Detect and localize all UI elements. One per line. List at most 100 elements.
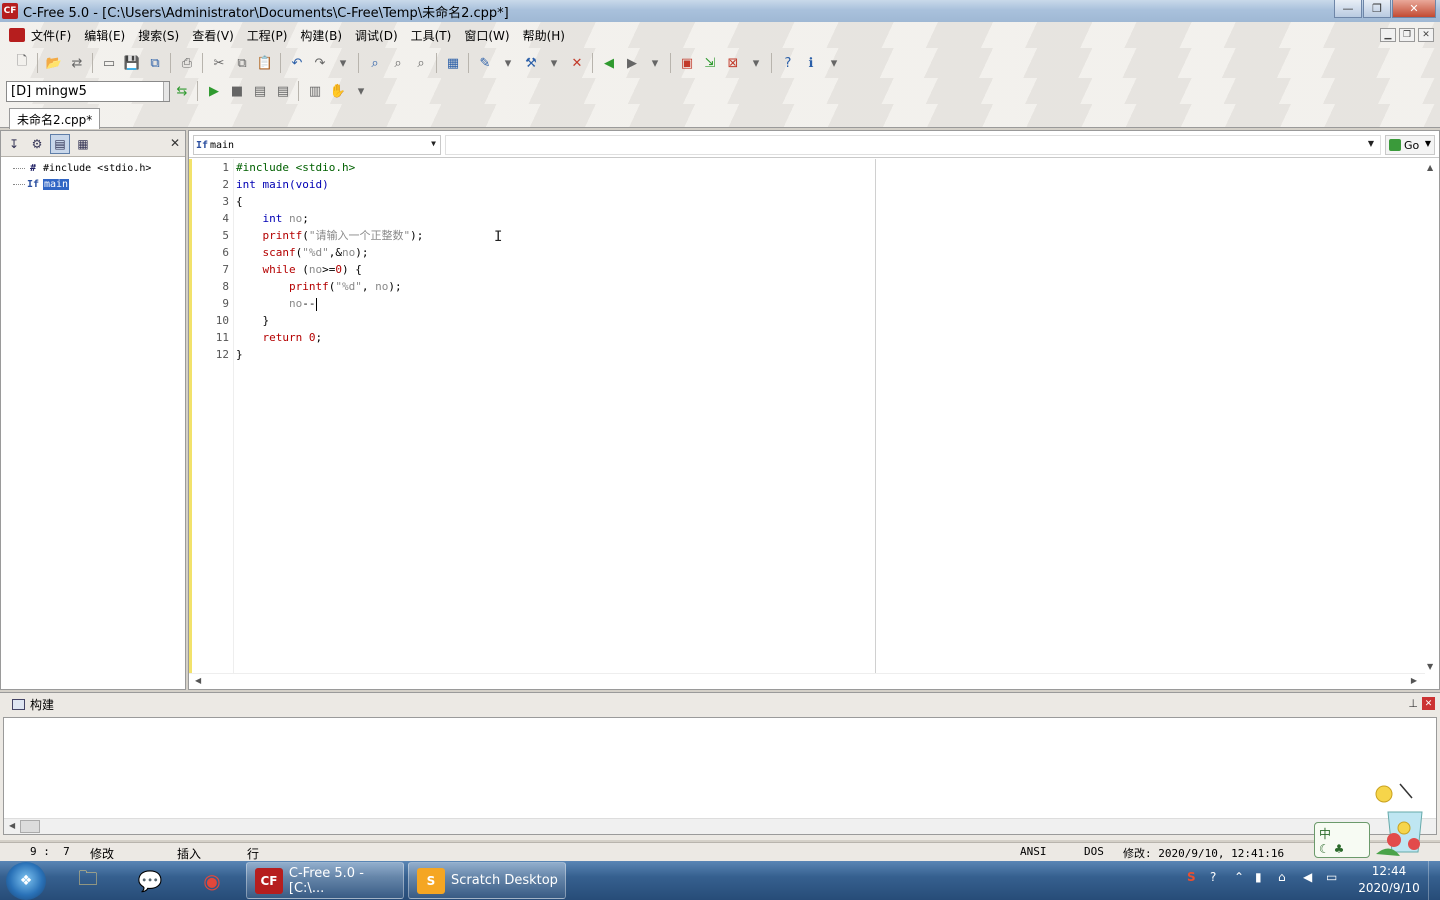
usb-tray-icon[interactable]: ⌂ [1278, 870, 1286, 884]
menu-file[interactable]: 文件(F) [31, 27, 71, 44]
menu-debug[interactable]: 调试(D) [355, 27, 398, 44]
tools-dropdown-button[interactable]: ▾ [543, 52, 565, 74]
taskbar-window-scratch[interactable]: S Scratch Desktop [408, 862, 566, 899]
scroll-left-icon[interactable]: ◀ [195, 676, 201, 685]
open-project-button[interactable]: ⇄ [66, 52, 88, 74]
system-clock[interactable]: 12:44 2020/9/10 [1354, 863, 1424, 897]
file-view-tab[interactable]: ▦ [73, 134, 93, 154]
toolbar-overflow-button[interactable]: ▾ [332, 52, 354, 74]
undo-button[interactable]: ↶ [286, 52, 308, 74]
scroll-left-icon[interactable]: ◀ [9, 821, 15, 830]
editor-vertical-scrollbar[interactable]: ▲ ▼ [1423, 159, 1439, 673]
minimize-button[interactable]: — [1334, 0, 1362, 18]
tools-button[interactable]: ⚒ [520, 52, 542, 74]
new-file-button[interactable]: 🗋 [11, 52, 33, 74]
mdi-close-button[interactable]: ✕ [1418, 28, 1434, 42]
help-tray-icon[interactable]: ? [1210, 870, 1216, 884]
back-button[interactable]: ◀ [598, 52, 620, 74]
open-file-button[interactable]: 📂 [43, 52, 65, 74]
tree-item-include[interactable]: # #include <stdio.h> [13, 160, 185, 176]
class-view-tab[interactable]: ▤ [50, 133, 70, 154]
run-button[interactable]: ▶ [203, 80, 225, 102]
close-icon[interactable]: ✕ [1422, 697, 1435, 710]
network-icon[interactable]: ▭ [1326, 870, 1337, 884]
save-button[interactable]: 💾 [121, 52, 143, 74]
editor-horizontal-scrollbar[interactable]: ◀ ▶ [189, 673, 1425, 689]
debug-dropdown-button[interactable]: ▾ [350, 80, 372, 102]
stop-button[interactable]: ■ [226, 80, 248, 102]
tree-item-main[interactable]: If main [13, 176, 185, 192]
ime-box[interactable]: 中 ☾ ♣ [1314, 822, 1370, 858]
scroll-up-icon[interactable]: ▲ [1427, 163, 1433, 172]
debug-button[interactable]: ▥ [304, 80, 326, 102]
menu-tools[interactable]: 工具(T) [411, 27, 452, 44]
bookmark-dropdown-button[interactable]: ▾ [497, 52, 519, 74]
find-in-files-button[interactable]: ▦ [442, 52, 464, 74]
redo-button[interactable]: ↷ [309, 52, 331, 74]
device-tray-icon[interactable]: ▮ [1255, 870, 1262, 884]
go-button[interactable]: Go ▼ [1385, 135, 1435, 155]
forward-button[interactable]: ▶ [621, 52, 643, 74]
sogou-ime-icon[interactable]: S [1187, 870, 1196, 884]
mdi-minimize-button[interactable]: ▁ [1380, 28, 1396, 42]
function-select[interactable]: If main ▼ [193, 135, 441, 155]
compile-button[interactable]: ▤ [249, 80, 271, 102]
info-button[interactable]: ℹ [800, 52, 822, 74]
compiler-settings-button[interactable]: ⇆ [171, 80, 193, 102]
chrome-pin[interactable]: ◉ [186, 863, 238, 898]
sort-button[interactable]: ↧ [4, 134, 24, 154]
print-button[interactable]: ⎙ [176, 52, 198, 74]
scroll-down-icon[interactable]: ▼ [1427, 662, 1433, 671]
menu-help[interactable]: 帮助(H) [523, 27, 565, 44]
close-file-button[interactable]: ▭ [98, 52, 120, 74]
nav-dropdown-button[interactable]: ▾ [644, 52, 666, 74]
copy-button[interactable]: ⧉ [231, 52, 253, 74]
close-window-button[interactable]: ⊠ [722, 52, 744, 74]
pin-icon[interactable]: ⊥ [1408, 697, 1418, 710]
find-button[interactable]: ⌕ [364, 52, 386, 74]
bookmark-button[interactable]: ✎ [474, 52, 496, 74]
cut-button[interactable]: ✂ [208, 52, 230, 74]
explorer-pin[interactable]: 🗀 [62, 863, 114, 898]
menu-project[interactable]: 工程(P) [247, 27, 288, 44]
code-text-area[interactable]: #include <stdio.h> int main(void) { int … [236, 159, 423, 361]
group-button[interactable]: ⚙ [27, 134, 47, 154]
menu-edit[interactable]: 编辑(E) [84, 27, 125, 44]
tab-untitled2[interactable]: 未命名2.cpp* [9, 108, 101, 129]
menu-search[interactable]: 搜索(S) [138, 27, 179, 44]
volume-icon[interactable]: ◀ [1303, 870, 1312, 884]
paste-button[interactable]: 📋 [254, 52, 276, 74]
symbol-search-select[interactable]: ▼ [445, 135, 1381, 155]
find-prev-button[interactable]: ⌕ [410, 52, 432, 74]
scroll-right-icon[interactable]: ▶ [1411, 676, 1417, 685]
show-desktop-button[interactable] [1428, 861, 1440, 900]
breakpoint-button[interactable]: ✋ [327, 80, 349, 102]
close-button[interactable]: ✕ [1392, 0, 1436, 18]
build-horizontal-scrollbar[interactable]: ◀ [4, 818, 1436, 834]
menu-build[interactable]: 构建(B) [300, 27, 342, 44]
document-system-menu-icon[interactable] [9, 28, 25, 42]
ime-status-widget[interactable]: 中 ☾ ♣ [1314, 782, 1438, 860]
help-dropdown-button[interactable]: ▾ [823, 52, 845, 74]
clear-bookmarks-button[interactable]: ✕ [566, 52, 588, 74]
menu-window[interactable]: 窗口(W) [464, 27, 509, 44]
save-all-button[interactable]: ⧉ [144, 52, 166, 74]
restore-button[interactable]: ❐ [1363, 0, 1391, 18]
window-dropdown-button[interactable]: ▾ [745, 52, 767, 74]
compiler-select[interactable]: [D] mingw5 [6, 80, 170, 102]
export-button[interactable]: ⇲ [699, 52, 721, 74]
find-next-button[interactable]: ⌕ [387, 52, 409, 74]
build-button[interactable]: ▤ [272, 80, 294, 102]
close-panel-button[interactable]: ✕ [170, 136, 180, 150]
wechat-pin[interactable]: 💬 [124, 863, 176, 898]
help-button[interactable]: ? [777, 52, 799, 74]
start-button[interactable]: ❖ [6, 862, 46, 900]
window-list-button[interactable]: ▣ [676, 52, 698, 74]
mdi-restore-button[interactable]: ❐ [1399, 28, 1415, 42]
build-output-area[interactable]: ◀ [3, 717, 1437, 835]
tray-expand-icon[interactable]: ⌃ [1234, 870, 1244, 884]
scroll-thumb[interactable] [20, 820, 40, 833]
taskbar-window-cfree[interactable]: CF C-Free 5.0 - [C:\... [246, 862, 404, 899]
code-editor: If main ▼ ▼ Go ▼ 1 2 3 4 5 6 7 8 9 10 11… [188, 130, 1440, 690]
menu-view[interactable]: 查看(V) [192, 27, 234, 44]
